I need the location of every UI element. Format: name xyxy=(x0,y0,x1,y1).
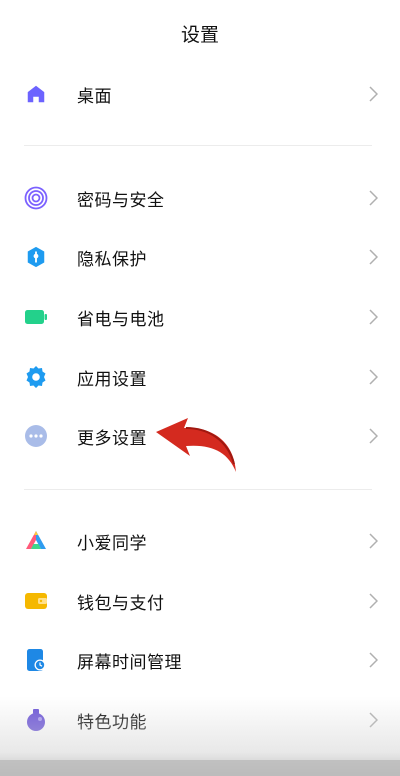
settings-item-label: 特色功能 xyxy=(77,712,147,733)
chevron-right-icon xyxy=(369,428,378,444)
chevron-right-icon xyxy=(369,533,378,549)
more-dots-icon xyxy=(24,424,48,448)
settings-item-password-security[interactable]: 密码与安全 xyxy=(0,170,400,226)
chevron-right-icon xyxy=(369,652,378,668)
chevron-right-icon xyxy=(369,190,378,206)
gear-icon xyxy=(24,365,48,389)
page-title: 设置 xyxy=(180,23,219,46)
section-divider xyxy=(24,489,372,490)
chevron-right-icon xyxy=(369,249,378,265)
settings-item-label: 小爱同学 xyxy=(77,533,147,554)
battery-icon xyxy=(24,305,48,329)
settings-item-special-features[interactable]: 特色功能 xyxy=(0,692,400,748)
settings-item-apps[interactable]: 应用设置 xyxy=(0,349,400,405)
settings-item-battery[interactable]: 省电与电池 xyxy=(0,289,400,345)
settings-item-wallet[interactable]: 钱包与支付 xyxy=(0,573,400,629)
settings-item-label: 钱包与支付 xyxy=(77,593,165,614)
section-divider xyxy=(24,145,372,146)
fingerprint-icon xyxy=(24,186,48,210)
settings-item-label: 隐私保护 xyxy=(77,249,147,270)
settings-item-xiaoai[interactable]: 小爱同学 xyxy=(0,513,400,569)
special-features-icon xyxy=(24,708,48,732)
wallet-icon xyxy=(24,589,48,613)
chevron-right-icon xyxy=(369,369,378,385)
settings-item-label: 更多设置 xyxy=(77,428,147,449)
page-header: 设置 xyxy=(0,0,400,64)
chevron-right-icon xyxy=(369,309,378,325)
settings-item-screen-time[interactable]: 屏幕时间管理 xyxy=(0,632,400,688)
settings-item-label: 应用设置 xyxy=(77,369,147,390)
settings-item-label: 密码与安全 xyxy=(77,190,165,211)
bottom-strip xyxy=(0,760,400,776)
settings-item-desktop[interactable]: 桌面 xyxy=(0,66,400,122)
shield-icon xyxy=(24,245,48,269)
xiaoai-icon xyxy=(24,529,48,553)
settings-item-label: 桌面 xyxy=(77,86,112,107)
chevron-right-icon xyxy=(369,86,378,102)
red-curved-arrow-icon xyxy=(156,418,236,472)
home-icon xyxy=(24,82,48,106)
chevron-right-icon xyxy=(369,712,378,728)
settings-item-label: 省电与电池 xyxy=(77,309,165,330)
settings-item-privacy[interactable]: 隐私保护 xyxy=(0,229,400,285)
chevron-right-icon xyxy=(369,593,378,609)
settings-item-label: 屏幕时间管理 xyxy=(77,652,182,673)
screen-time-icon xyxy=(24,648,48,672)
